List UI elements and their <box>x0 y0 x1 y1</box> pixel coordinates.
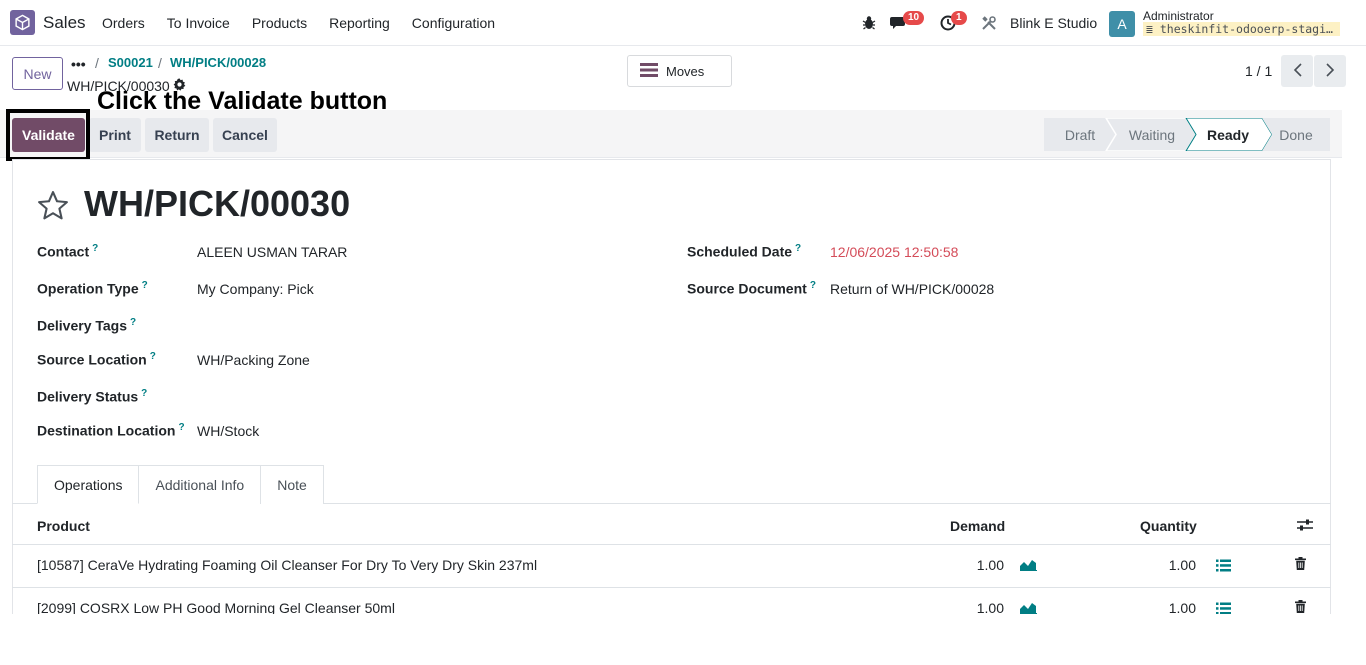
help-tooltip-icon[interactable]: ? <box>142 280 148 291</box>
field-value-source-document[interactable]: Return of WH/PICK/00028 <box>830 281 994 297</box>
field-value-scheduled-date[interactable]: 12/06/2025 12:50:58 <box>830 244 958 260</box>
trash-delete-icon[interactable] <box>1295 557 1306 573</box>
field-label-delivery-tags: Delivery Tags? <box>37 317 137 334</box>
database-name: ≣ theskinfit-odooerp-staging… <box>1143 22 1340 36</box>
database-icon: ≣ <box>1146 22 1160 36</box>
moves-label: Moves <box>666 63 705 79</box>
column-header-demand[interactable]: Demand <box>950 518 1005 534</box>
list-bars-icon <box>640 62 658 80</box>
tab-additional-info[interactable]: Additional Info <box>138 465 262 504</box>
annotation-highlight-box <box>6 109 90 161</box>
field-label-operation-type: Operation Type? <box>37 280 148 297</box>
star-favorite-icon[interactable] <box>36 190 70 225</box>
print-button[interactable]: Print <box>89 118 141 152</box>
field-value-source-location[interactable]: WH/Packing Zone <box>197 352 310 368</box>
field-label-delivery-status: Delivery Status? <box>37 388 148 405</box>
cell-quantity[interactable]: 1.00 <box>1136 557 1196 573</box>
page-bottom-blank <box>0 614 1366 665</box>
field-label-source-document: Source Document? <box>687 280 816 297</box>
chevron-right-icon <box>1325 62 1335 80</box>
breadcrumb-sale-order[interactable]: S00021 <box>108 55 153 70</box>
column-header-product[interactable]: Product <box>37 518 90 534</box>
cell-product[interactable]: [10587] CeraVe Hydrating Foaming Oil Cle… <box>37 557 537 573</box>
pager-next-button[interactable] <box>1314 55 1346 87</box>
stage-ready[interactable]: Ready <box>1202 118 1254 151</box>
help-tooltip-icon[interactable]: ? <box>150 351 156 362</box>
tab-operations[interactable]: Operations <box>37 465 140 504</box>
field-label-scheduled-date: Scheduled Date? <box>687 243 802 260</box>
messages-badge: 10 <box>903 11 925 25</box>
menu-item-configuration[interactable]: Configuration <box>412 15 495 31</box>
help-tooltip-icon[interactable]: ? <box>92 243 98 254</box>
record-title: WH/PICK/00030 <box>84 183 351 224</box>
help-tooltip-icon[interactable]: ? <box>141 388 147 399</box>
cancel-button[interactable]: Cancel <box>213 118 277 152</box>
table-row-divider <box>12 587 1331 588</box>
column-header-quantity[interactable]: Quantity <box>1140 518 1197 534</box>
stage-draft[interactable]: Draft <box>1060 118 1100 151</box>
breadcrumb-separator: / <box>158 55 162 71</box>
menu-item-products[interactable]: Products <box>252 15 307 31</box>
activities-badge: 1 <box>951 11 967 25</box>
column-settings-sliders-icon[interactable] <box>1297 518 1313 535</box>
field-label-source-location: Source Location? <box>37 351 156 368</box>
chevron-left-icon <box>1293 62 1302 80</box>
pager-previous-button[interactable] <box>1281 55 1313 87</box>
notebook-tabs: Operations Additional Info Note <box>37 465 324 504</box>
company-switcher[interactable]: Blink E Studio <box>1010 15 1097 31</box>
menu-item-reporting[interactable]: Reporting <box>329 15 390 31</box>
detailed-operations-list-icon[interactable] <box>1216 559 1231 575</box>
top-navbar: Sales Orders To Invoice Products Reporti… <box>0 0 1366 46</box>
menu-item-to-invoice[interactable]: To Invoice <box>167 15 230 31</box>
app-logo-icon[interactable] <box>10 10 35 35</box>
help-tooltip-icon[interactable]: ? <box>130 317 136 328</box>
help-tooltip-icon[interactable]: ? <box>178 422 184 433</box>
pager-value[interactable]: 1 / 1 <box>1245 63 1272 79</box>
user-name[interactable]: Administrator <box>1143 9 1214 23</box>
new-button[interactable]: New <box>12 57 63 90</box>
breadcrumb-picking[interactable]: WH/PICK/00028 <box>170 55 266 70</box>
menu-item-orders[interactable]: Orders <box>102 15 145 31</box>
moves-smart-button[interactable]: Moves <box>627 55 732 87</box>
forecast-chart-icon[interactable] <box>1020 558 1037 574</box>
help-tooltip-icon[interactable]: ? <box>810 280 816 291</box>
status-bar: Validate Print Return Cancel Draft Waiti… <box>0 110 1342 158</box>
breadcrumb-separator: / <box>95 55 99 71</box>
tab-note[interactable]: Note <box>260 465 324 504</box>
field-value-destination-location[interactable]: WH/Stock <box>197 423 259 439</box>
field-label-contact: Contact? <box>37 243 99 260</box>
field-value-operation-type[interactable]: My Company: Pick <box>197 281 314 297</box>
help-tooltip-icon[interactable]: ? <box>795 243 801 254</box>
stage-waiting[interactable]: Waiting <box>1124 118 1180 151</box>
breadcrumb-more[interactable]: ••• <box>71 56 86 72</box>
app-name[interactable]: Sales <box>43 13 86 33</box>
field-label-destination-location: Destination Location? <box>37 422 185 439</box>
return-button[interactable]: Return <box>145 118 209 152</box>
user-avatar[interactable]: A <box>1109 11 1135 37</box>
tools-icon[interactable] <box>981 15 997 34</box>
stage-done[interactable]: Done <box>1276 118 1316 151</box>
table-header-divider <box>12 544 1331 545</box>
cell-demand: 1.00 <box>976 557 1004 573</box>
field-value-contact[interactable]: ALEEN USMAN TARAR <box>197 244 347 260</box>
main-menu: Orders To Invoice Products Reporting Con… <box>102 15 517 31</box>
bug-icon[interactable] <box>862 15 876 33</box>
